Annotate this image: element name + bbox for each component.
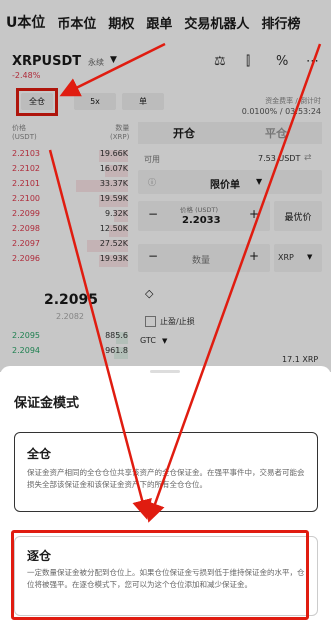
arrow-to-isolated-card-2 — [145, 43, 322, 523]
arrow-to-cross-button — [59, 42, 166, 97]
arrow-to-isolated-card — [48, 149, 152, 520]
annotation-arrows — [48, 42, 322, 523]
